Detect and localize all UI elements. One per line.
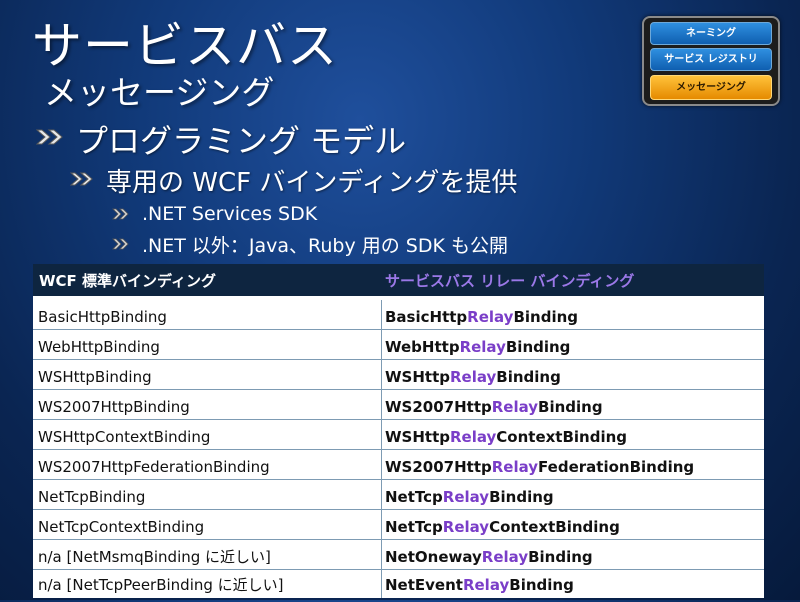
- relay-name-highlight: Relay: [481, 548, 529, 566]
- double-chevron-icon: [35, 128, 66, 150]
- relay-name-suffix: ContextBinding: [489, 518, 620, 536]
- relay-name-prefix: NetTcp: [385, 488, 443, 506]
- nav-messaging-button[interactable]: メッセージング: [650, 75, 772, 100]
- relay-name-suffix: Binding: [496, 368, 561, 386]
- relay-name-prefix: NetEvent: [385, 576, 463, 594]
- standard-binding-cell: BasicHttpBinding: [38, 308, 167, 326]
- relay-name-prefix: BasicHttp: [385, 308, 468, 326]
- standard-binding-cell: NetTcpBinding: [38, 488, 146, 506]
- relay-binding-cell: WS2007HttpRelayBinding: [385, 391, 603, 420]
- table-row: BasicHttpBinding BasicHttpRelayBinding: [33, 301, 764, 330]
- standard-binding-cell: WS2007HttpBinding: [38, 398, 190, 416]
- binding-table: WCF 標準バインディング サービスバス リレー バインディング BasicHt…: [33, 264, 764, 598]
- bullet-level3-item: .NET Services SDK: [112, 203, 317, 225]
- bullet-level3-text: .NET 以外：Java、Ruby 用の SDK も公開: [142, 235, 509, 257]
- bullet-level1-text: プログラミング モデル: [76, 122, 407, 160]
- relay-name-prefix: WS2007Http: [385, 458, 492, 476]
- bullet-level3-item: .NET 以外：Java、Ruby 用の SDK も公開: [112, 231, 508, 258]
- nav-naming-button[interactable]: ネーミング: [650, 22, 772, 45]
- relay-name-prefix: NetTcp: [385, 518, 443, 536]
- relay-name-prefix: WSHttp: [385, 428, 450, 446]
- relay-name-prefix: NetOneway: [385, 548, 482, 566]
- relay-binding-cell: WSHttpRelayContextBinding: [385, 421, 627, 450]
- bullet-level2-text: 専用の WCF バインディングを提供: [106, 168, 518, 198]
- standard-binding-cell: WSHttpContextBinding: [38, 428, 211, 446]
- double-chevron-icon: [112, 235, 130, 254]
- relay-binding-cell: NetTcpRelayBinding: [385, 481, 554, 510]
- standard-binding-cell: WSHttpBinding: [38, 368, 152, 386]
- relay-binding-cell: WSHttpRelayBinding: [385, 361, 561, 390]
- section-nav-panel: ネーミング サービス レジストリ メッセージング: [642, 16, 780, 106]
- standard-binding-cell: WebHttpBinding: [38, 338, 160, 356]
- standard-binding-cell: NetTcpContextBinding: [38, 518, 205, 536]
- relay-binding-cell: NetTcpRelayContextBinding: [385, 511, 620, 540]
- relay-binding-cell: NetOnewayRelayBinding: [385, 541, 593, 570]
- relay-name-suffix: ContextBinding: [496, 428, 628, 446]
- table-row: n/a [NetMsmqBinding に近しい] NetOnewayRelay…: [33, 541, 764, 570]
- relay-name-highlight: Relay: [449, 368, 497, 386]
- table-row: n/a [NetTcpPeerBinding に近しい] NetEventRel…: [33, 569, 764, 598]
- bullet-level1: プログラミング モデル: [35, 116, 407, 162]
- relay-name-highlight: Relay: [491, 398, 539, 416]
- relay-name-suffix: FederationBinding: [538, 458, 695, 476]
- header-standard-binding: WCF 標準バインディング: [39, 272, 216, 290]
- relay-name-suffix: Binding: [538, 398, 603, 416]
- bullet-level2: 専用の WCF バインディングを提供: [69, 162, 518, 199]
- relay-name-suffix: Binding: [509, 576, 574, 594]
- double-chevron-icon: [112, 205, 130, 224]
- relay-name-highlight: Relay: [442, 518, 490, 536]
- relay-name-prefix: WebHttp: [385, 338, 460, 356]
- slide-subtitle: メッセージング: [44, 73, 275, 112]
- relay-name-suffix: Binding: [505, 338, 571, 356]
- relay-name-suffix: Binding: [489, 488, 554, 506]
- table-row: WS2007HttpBinding WS2007HttpRelayBinding: [33, 391, 764, 420]
- standard-binding-cell: n/a [NetMsmqBinding に近しい]: [38, 548, 271, 566]
- relay-name-highlight: Relay: [459, 338, 506, 356]
- standard-binding-cell: n/a [NetTcpPeerBinding に近しい]: [38, 576, 284, 594]
- relay-name-prefix: WS2007Http: [385, 398, 492, 416]
- relay-name-suffix: Binding: [513, 308, 579, 326]
- table-row: WSHttpBinding WSHttpRelayBinding: [33, 361, 764, 390]
- table-row: WS2007HttpFederationBinding WS2007HttpRe…: [33, 451, 764, 480]
- double-chevron-icon: [69, 171, 96, 191]
- relay-binding-cell: WS2007HttpRelayFederationBinding: [385, 451, 694, 480]
- relay-name-highlight: Relay: [491, 458, 539, 476]
- standard-binding-cell: WS2007HttpFederationBinding: [38, 458, 270, 476]
- table-row: WebHttpBinding WebHttpRelayBinding: [33, 331, 764, 360]
- nav-service-registry-button[interactable]: サービス レジストリ: [650, 48, 772, 71]
- table-header: WCF 標準バインディング サービスバス リレー バインディング: [33, 264, 764, 296]
- table-row: NetTcpBinding NetTcpRelayBinding: [33, 481, 764, 510]
- relay-binding-cell: NetEventRelayBinding: [385, 569, 574, 598]
- bullet-level3-text: .NET Services SDK: [142, 203, 318, 225]
- relay-name-highlight: Relay: [449, 428, 497, 446]
- relay-name-highlight: Relay: [442, 488, 490, 506]
- table-row: WSHttpContextBinding WSHttpRelayContextB…: [33, 421, 764, 450]
- relay-name-suffix: Binding: [528, 548, 593, 566]
- header-relay-binding: サービスバス リレー バインディング: [385, 272, 635, 290]
- relay-name-prefix: WSHttp: [385, 368, 450, 386]
- relay-name-highlight: Relay: [462, 576, 510, 594]
- relay-name-highlight: Relay: [467, 308, 514, 326]
- relay-binding-cell: WebHttpRelayBinding: [385, 331, 570, 360]
- table-row: NetTcpContextBinding NetTcpRelayContextB…: [33, 511, 764, 540]
- relay-binding-cell: BasicHttpRelayBinding: [385, 301, 578, 330]
